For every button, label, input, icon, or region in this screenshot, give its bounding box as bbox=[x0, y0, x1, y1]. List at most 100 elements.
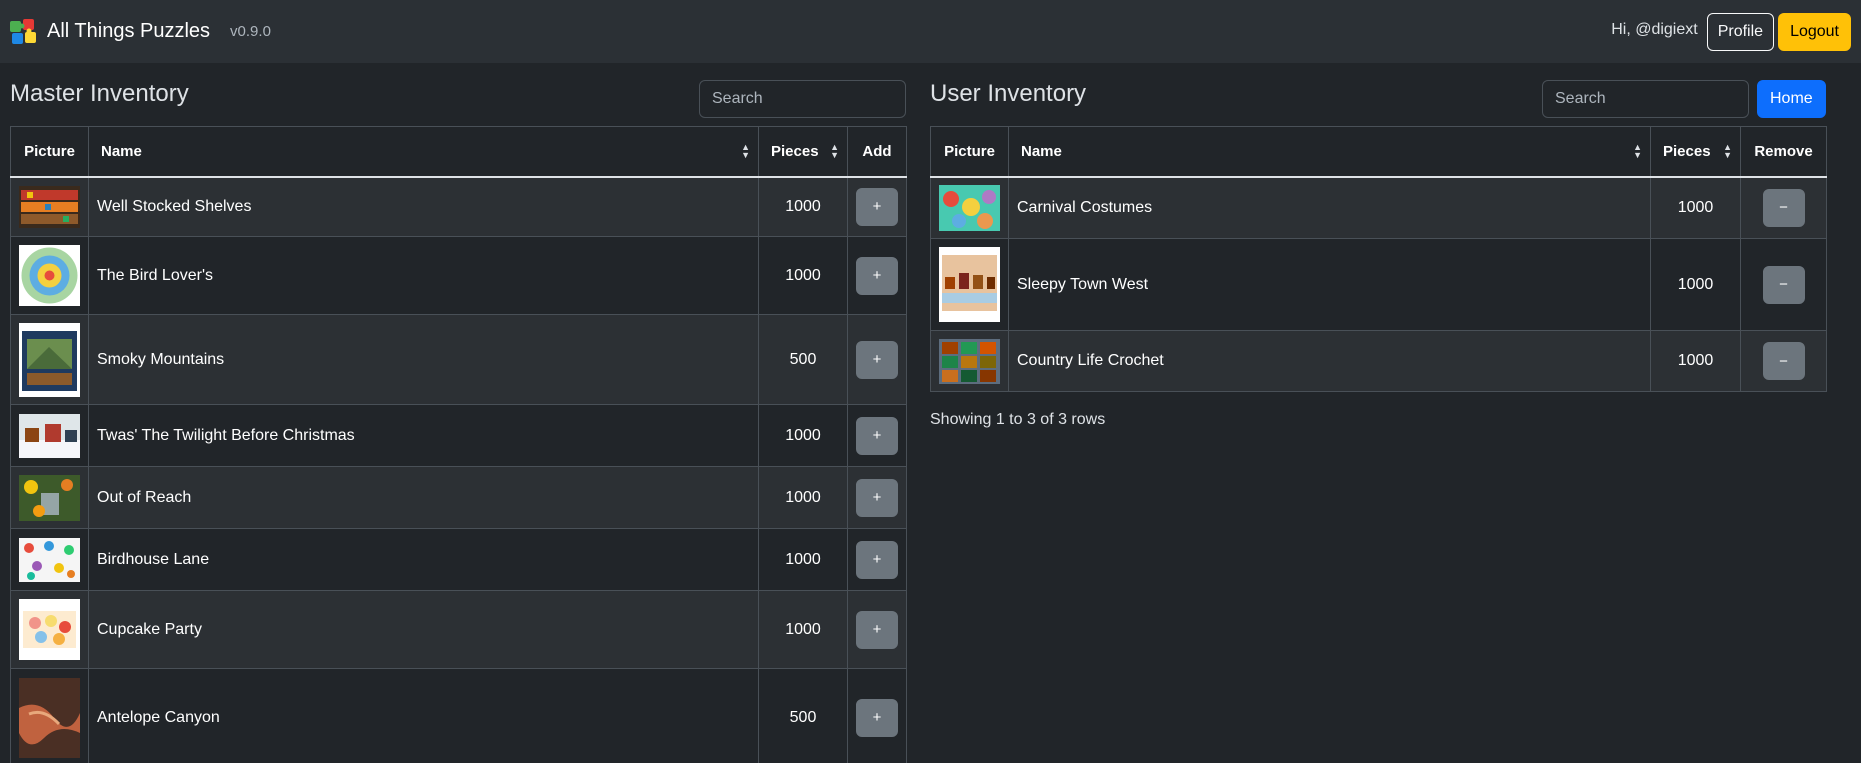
puzzle-thumbnail-image[interactable] bbox=[19, 185, 80, 228]
puzzle-thumbnail-image[interactable] bbox=[19, 474, 80, 521]
pieces-cell: 1000 bbox=[1650, 176, 1741, 239]
add-cell: + bbox=[847, 404, 907, 467]
add-cell: + bbox=[847, 590, 907, 669]
column-header-label: Pieces bbox=[771, 142, 819, 160]
table-row: Out of Reach 1000 + bbox=[10, 466, 907, 529]
name-cell: Carnival Costumes bbox=[1008, 176, 1651, 239]
column-header-label: Pieces bbox=[1663, 142, 1711, 160]
table-row: The Bird Lover's 1000 + bbox=[10, 236, 907, 315]
navbar: All Things Puzzles v0.9.0 Hi, @digiext P… bbox=[0, 0, 1861, 63]
user-search-input[interactable] bbox=[1542, 80, 1749, 118]
puzzle-thumbnail-image[interactable] bbox=[19, 322, 80, 397]
add-cell: + bbox=[847, 466, 907, 529]
column-header-pieces[interactable]: Pieces ▲ ▼ bbox=[1650, 126, 1741, 178]
remove-cell: − bbox=[1740, 176, 1827, 239]
name-cell: Cupcake Party bbox=[88, 590, 759, 669]
pieces-cell: 1000 bbox=[758, 466, 848, 529]
column-header-name[interactable]: Name ▲ ▼ bbox=[88, 126, 759, 178]
home-button[interactable]: Home bbox=[1757, 80, 1826, 118]
add-cell: + bbox=[847, 668, 907, 763]
column-header-name[interactable]: Name ▲ ▼ bbox=[1008, 126, 1651, 178]
sort-icon[interactable]: ▲ ▼ bbox=[1723, 143, 1732, 160]
add-button[interactable]: + bbox=[856, 256, 898, 295]
table-row: Antelope Canyon 500 + bbox=[10, 668, 907, 763]
remove-cell: − bbox=[1740, 238, 1827, 331]
name-cell: Smoky Mountains bbox=[88, 314, 759, 405]
table-row: Smoky Mountains 500 + bbox=[10, 314, 907, 405]
add-cell: + bbox=[847, 236, 907, 315]
column-header-remove: Remove bbox=[1740, 126, 1827, 178]
table-row: Carnival Costumes 1000 − bbox=[930, 176, 1827, 239]
name-cell: Country Life Crochet bbox=[1008, 330, 1651, 392]
user-inventory-table: Picture Name ▲ ▼ Pieces ▲ ▼ Remove Carnival … bbox=[930, 126, 1827, 392]
pieces-cell: 1000 bbox=[758, 528, 848, 591]
picture-cell bbox=[10, 590, 89, 669]
pieces-cell: 1000 bbox=[758, 590, 848, 669]
picture-cell bbox=[930, 330, 1009, 392]
table-header-row: Picture Name ▲ ▼ Pieces ▲ ▼ Add bbox=[10, 126, 907, 178]
picture-cell bbox=[10, 236, 89, 315]
add-button[interactable]: + bbox=[856, 416, 898, 455]
pieces-cell: 500 bbox=[758, 314, 848, 405]
column-header-picture: Picture bbox=[930, 126, 1009, 178]
master-inventory-title: Master Inventory bbox=[10, 80, 189, 107]
profile-button[interactable]: Profile bbox=[1706, 13, 1775, 51]
master-search-input[interactable] bbox=[699, 80, 906, 118]
name-cell: Antelope Canyon bbox=[88, 668, 759, 763]
table-header-row: Picture Name ▲ ▼ Pieces ▲ ▼ Remove bbox=[930, 126, 1827, 178]
remove-button[interactable]: − bbox=[1762, 265, 1805, 304]
picture-cell bbox=[10, 466, 89, 529]
picture-cell bbox=[930, 238, 1009, 331]
user-inventory-title: User Inventory bbox=[930, 80, 1087, 107]
puzzle-thumbnail-image[interactable] bbox=[19, 413, 80, 458]
puzzle-thumbnail-image[interactable] bbox=[19, 599, 80, 660]
add-cell: + bbox=[847, 176, 907, 237]
pieces-cell: 1000 bbox=[1650, 330, 1741, 392]
column-header-pieces[interactable]: Pieces ▲ ▼ bbox=[758, 126, 848, 178]
column-header-label: Name bbox=[101, 142, 142, 160]
pagination-info: Showing 1 to 3 of 3 rows bbox=[930, 411, 1106, 428]
table-row: Sleepy Town West 1000 − bbox=[930, 238, 1827, 331]
brand-title: All Things Puzzles bbox=[47, 20, 211, 42]
add-button[interactable]: + bbox=[856, 478, 898, 517]
puzzle-thumbnail-image[interactable] bbox=[19, 677, 80, 758]
table-row: Twas' The Twilight Before Christmas 1000… bbox=[10, 404, 907, 467]
sort-icon[interactable]: ▲ ▼ bbox=[741, 143, 750, 160]
name-cell: Twas' The Twilight Before Christmas bbox=[88, 404, 759, 467]
table-row: Well Stocked Shelves 1000 + bbox=[10, 176, 907, 237]
name-cell: The Bird Lover's bbox=[88, 236, 759, 315]
column-header-picture: Picture bbox=[10, 126, 89, 178]
table-row: Cupcake Party 1000 + bbox=[10, 590, 907, 669]
add-button[interactable]: + bbox=[856, 610, 898, 649]
puzzle-thumbnail-image[interactable] bbox=[19, 245, 80, 306]
sort-icon[interactable]: ▲ ▼ bbox=[1633, 143, 1642, 160]
pieces-cell: 1000 bbox=[758, 176, 848, 237]
puzzle-thumbnail-image[interactable] bbox=[19, 537, 80, 582]
master-inventory-table: Picture Name ▲ ▼ Pieces ▲ ▼ Add Well Stocked… bbox=[10, 126, 907, 763]
pieces-cell: 1000 bbox=[1650, 238, 1741, 331]
remove-button[interactable]: − bbox=[1762, 342, 1805, 380]
picture-cell bbox=[10, 528, 89, 591]
sort-icon[interactable]: ▲ ▼ bbox=[830, 143, 839, 160]
puzzle-thumbnail-image[interactable] bbox=[939, 184, 1000, 231]
table-row: Country Life Crochet 1000 − bbox=[930, 330, 1827, 392]
pieces-cell: 1000 bbox=[758, 404, 848, 467]
picture-cell bbox=[10, 176, 89, 237]
puzzle-thumbnail-image[interactable] bbox=[939, 338, 1000, 384]
brand-link[interactable]: All Things Puzzles bbox=[8, 17, 210, 47]
app-version: v0.9.0 bbox=[230, 23, 271, 40]
name-cell: Sleepy Town West bbox=[1008, 238, 1651, 331]
logout-button[interactable]: Logout bbox=[1778, 13, 1851, 51]
remove-button[interactable]: − bbox=[1762, 188, 1805, 227]
picture-cell bbox=[10, 314, 89, 405]
puzzle-thumbnail-image[interactable] bbox=[939, 247, 1000, 322]
name-cell: Birdhouse Lane bbox=[88, 528, 759, 591]
add-button[interactable]: + bbox=[856, 187, 898, 226]
add-button[interactable]: + bbox=[856, 540, 898, 579]
add-button[interactable]: + bbox=[856, 698, 898, 737]
user-greeting: Hi, @digiext bbox=[1611, 21, 1698, 38]
picture-cell bbox=[930, 176, 1009, 239]
column-header-label: Name bbox=[1021, 142, 1062, 160]
add-button[interactable]: + bbox=[856, 340, 898, 379]
column-header-add: Add bbox=[847, 126, 907, 178]
